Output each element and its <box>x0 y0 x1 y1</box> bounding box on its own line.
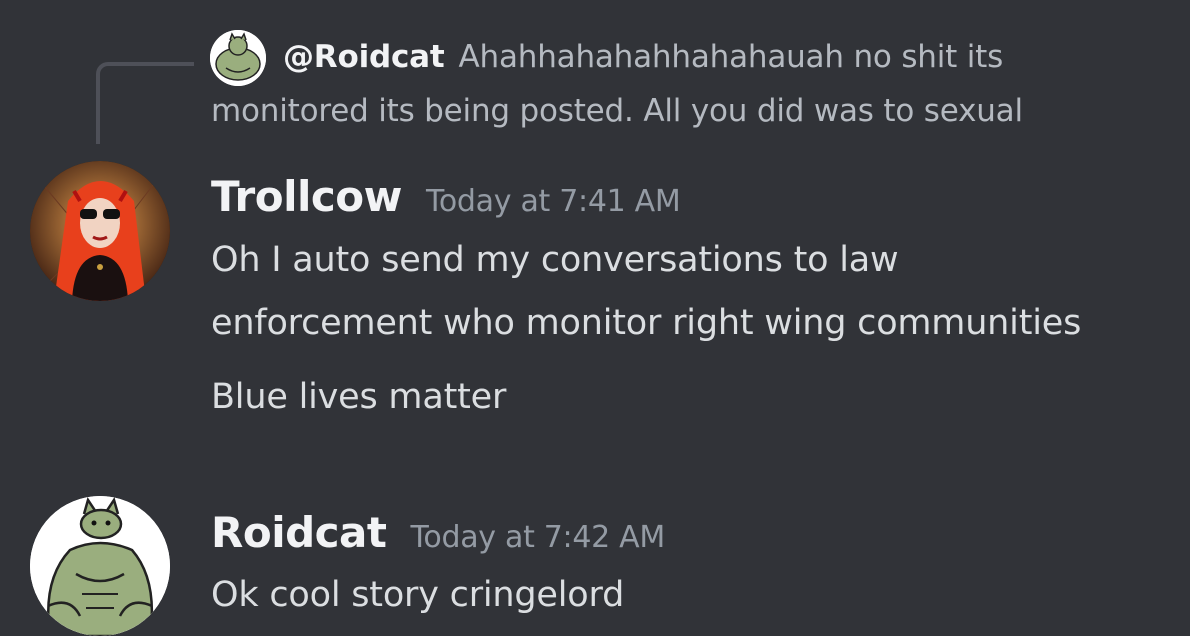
message-header-trollcow: Trollcow Today at 7:41 AM <box>211 172 681 221</box>
user-avatar-icon <box>30 161 170 301</box>
avatar-roidcat[interactable] <box>30 496 170 636</box>
muscle-cat-icon <box>30 496 170 636</box>
message-text: Blue lives matter <box>211 377 507 417</box>
avatar-trollcow[interactable] <box>30 161 170 301</box>
timestamp[interactable]: Today at 7:42 AM <box>410 520 665 555</box>
reply-author[interactable]: @Roidcat <box>283 39 445 75</box>
message-text: enforcement who monitor right wing commu… <box>211 303 1082 343</box>
timestamp[interactable]: Today at 7:41 AM <box>426 184 681 219</box>
username-trollcow[interactable]: Trollcow <box>211 172 402 221</box>
message-header-roidcat: Roidcat Today at 7:42 AM <box>211 508 665 557</box>
username-roidcat[interactable]: Roidcat <box>211 508 387 557</box>
message-text: Ok cool story cringelord <box>211 575 625 615</box>
message-text: Oh I auto send my conversations to law <box>211 240 899 280</box>
reply-preview[interactable]: @Roidcat Ahahhahahahhahahauah no shit its… <box>211 30 1111 138</box>
reply-spine <box>96 62 194 144</box>
